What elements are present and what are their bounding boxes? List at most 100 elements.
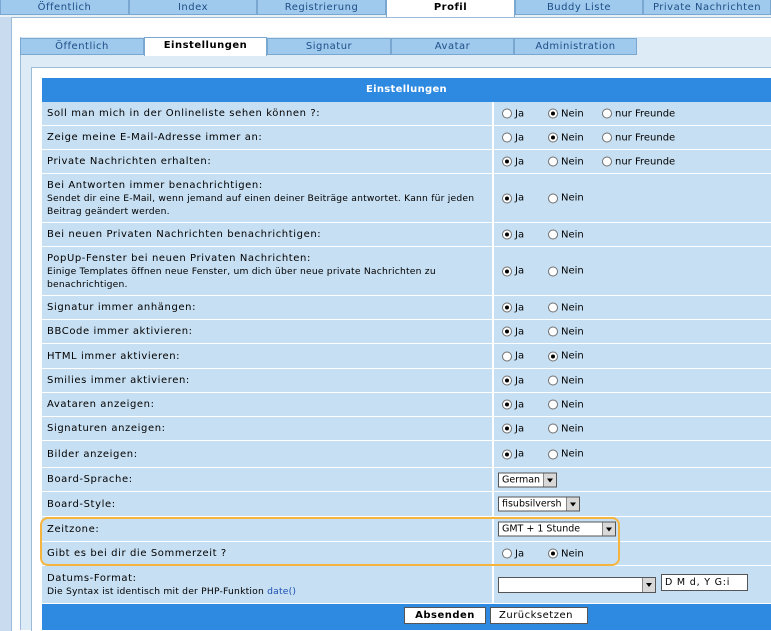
radio-option-ja[interactable]: Ja	[502, 266, 524, 277]
radio-button[interactable]	[548, 156, 558, 167]
radio-option-ja[interactable]: Ja	[502, 375, 524, 386]
setting-label: Signatur immer anhängen:	[47, 302, 197, 313]
setting-row: Signatur immer anhängen: Ja Nein	[42, 296, 771, 320]
setting-row: Soll man mich in der Onlineliste sehen k…	[42, 102, 771, 126]
radio-option-nein[interactable]: Nein	[548, 449, 584, 460]
top-tab-private-nachrichten[interactable]: Private Nachrichten	[643, 0, 771, 15]
sub-tab-einstellungen[interactable]: Einstellungen	[144, 37, 267, 56]
top-tab-registrierung[interactable]: Registrierung	[257, 0, 386, 15]
radio-button[interactable]	[502, 193, 512, 203]
board-style-select[interactable]: fisubsilversh	[498, 496, 580, 512]
option-label: Nein	[561, 548, 584, 559]
reset-button[interactable]: Zurücksetzen	[490, 607, 588, 624]
sub-tab-avatar[interactable]: Avatar	[391, 38, 514, 55]
setting-label: Bilder anzeigen:	[47, 448, 138, 460]
radio-option-ja[interactable]: Ja	[502, 399, 524, 410]
radio-option-nein[interactable]: Nein	[548, 423, 584, 434]
radio-button[interactable]	[548, 229, 558, 240]
radio-option-nein[interactable]: Nein	[548, 266, 584, 277]
setting-label: Bei neuen Privaten Nachrichten benachric…	[47, 229, 322, 240]
board-language-select[interactable]: German	[498, 472, 557, 487]
radio-button[interactable]	[502, 375, 512, 386]
radio-option-nein[interactable]: Nein	[548, 351, 584, 362]
radio-button[interactable]	[548, 449, 558, 459]
radio-button[interactable]	[602, 132, 612, 143]
radio-button[interactable]	[548, 132, 558, 143]
radio-option-nein[interactable]: Nein	[548, 193, 584, 204]
radio-button[interactable]	[502, 326, 512, 337]
php-date-link[interactable]: date()	[267, 586, 296, 597]
radio-option-nur-freunde[interactable]: nur Freunde	[602, 108, 675, 119]
board-language-label: Board-Sprache:	[47, 474, 133, 485]
radio-button[interactable]	[548, 326, 558, 337]
radio-option-ja[interactable]: Ja	[502, 193, 524, 204]
radio-option-nur-freunde[interactable]: nur Freunde	[602, 156, 675, 167]
submit-button[interactable]: Absenden	[404, 607, 486, 624]
radio-button[interactable]	[502, 351, 512, 361]
top-tab-index[interactable]: Index	[129, 0, 257, 15]
radio-option-nein[interactable]: Nein	[548, 108, 584, 119]
radio-button[interactable]	[548, 302, 558, 313]
timezone-select[interactable]: GMT + 1 Stunde	[498, 521, 616, 537]
radio-button[interactable]	[502, 302, 512, 313]
chevron-down-icon	[566, 497, 579, 511]
radio-button[interactable]	[502, 108, 512, 119]
radio-option-ja[interactable]: Ja	[502, 326, 524, 337]
option-label: Nein	[561, 192, 584, 204]
radio-button[interactable]	[602, 156, 612, 167]
radio-option-ja[interactable]: Ja	[502, 302, 524, 313]
radio-option-nein[interactable]: Nein	[548, 399, 584, 410]
option-label: Ja	[515, 265, 525, 277]
radio-button[interactable]	[502, 399, 512, 410]
radio-button[interactable]	[502, 449, 512, 459]
radio-option-nein[interactable]: Nein	[548, 156, 584, 167]
radio-option-nur-freunde[interactable]: nur Freunde	[602, 132, 675, 143]
top-tab-oeffentlich[interactable]: Öffentlich	[0, 0, 129, 15]
top-tab-profil[interactable]: Profil	[386, 0, 515, 17]
top-tab-buddy-liste[interactable]: Buddy Liste	[515, 0, 643, 15]
radio-button[interactable]	[502, 266, 512, 276]
radio-button[interactable]	[548, 266, 558, 276]
radio-button[interactable]	[548, 351, 558, 361]
radio-option-nein[interactable]: Nein	[548, 229, 584, 240]
sub-tab-signatur[interactable]: Signatur	[267, 38, 391, 55]
radio-button[interactable]	[548, 193, 558, 203]
row-timezone: Zeitzone: GMT + 1 Stunde	[42, 517, 771, 542]
radio-option-ja[interactable]: Ja	[502, 449, 524, 460]
radio-button[interactable]	[548, 423, 558, 434]
setting-row: BBCode immer aktivieren: Ja Nein	[42, 320, 771, 344]
radio-option-ja[interactable]: Ja	[502, 132, 524, 143]
top-tab-bar: Öffentlich Index Registrierung Profil Bu…	[0, 0, 771, 17]
radio-option-ja[interactable]: Ja	[502, 108, 524, 119]
date-format-select[interactable]	[498, 576, 656, 593]
board-language-value: German	[502, 474, 541, 485]
radio-button[interactable]	[548, 375, 558, 386]
radio-option-ja[interactable]: Ja	[502, 351, 524, 362]
radio-button[interactable]	[502, 229, 512, 240]
date-format-input[interactable]: D M d, Y G:i	[661, 574, 748, 591]
radio-button[interactable]	[502, 132, 512, 143]
radio-option-nein[interactable]: Nein	[548, 302, 584, 313]
radio-button[interactable]	[602, 108, 612, 119]
sub-tab-administration[interactable]: Administration	[514, 38, 637, 55]
option-label: Ja	[515, 548, 525, 559]
radio-button[interactable]	[548, 108, 558, 119]
radio-option-nein[interactable]: Nein	[548, 375, 584, 386]
dst-label: Gibt es bei dir die Sommerzeit ?	[47, 548, 227, 559]
radio-button[interactable]	[548, 399, 558, 410]
dst-option-ja[interactable]: Ja	[502, 548, 524, 559]
radio-button[interactable]	[502, 548, 512, 559]
radio-option-ja[interactable]: Ja	[502, 229, 524, 240]
radio-option-ja[interactable]: Ja	[502, 156, 524, 167]
radio-option-ja[interactable]: Ja	[502, 423, 524, 434]
radio-button[interactable]	[502, 423, 512, 434]
setting-row: Smilies immer aktivieren: Ja Nein	[42, 369, 771, 393]
radio-button[interactable]	[548, 548, 558, 559]
radio-button[interactable]	[502, 156, 512, 167]
dst-option-nein[interactable]: Nein	[548, 548, 584, 559]
sub-tab-oeffentlich[interactable]: Öffentlich	[20, 38, 144, 55]
radio-option-nein[interactable]: Nein	[548, 326, 584, 337]
date-format-description: Die Syntax ist identisch mit der PHP-Fun…	[47, 585, 492, 598]
board-style-label: Board-Style:	[47, 498, 116, 510]
radio-option-nein[interactable]: Nein	[548, 132, 584, 143]
